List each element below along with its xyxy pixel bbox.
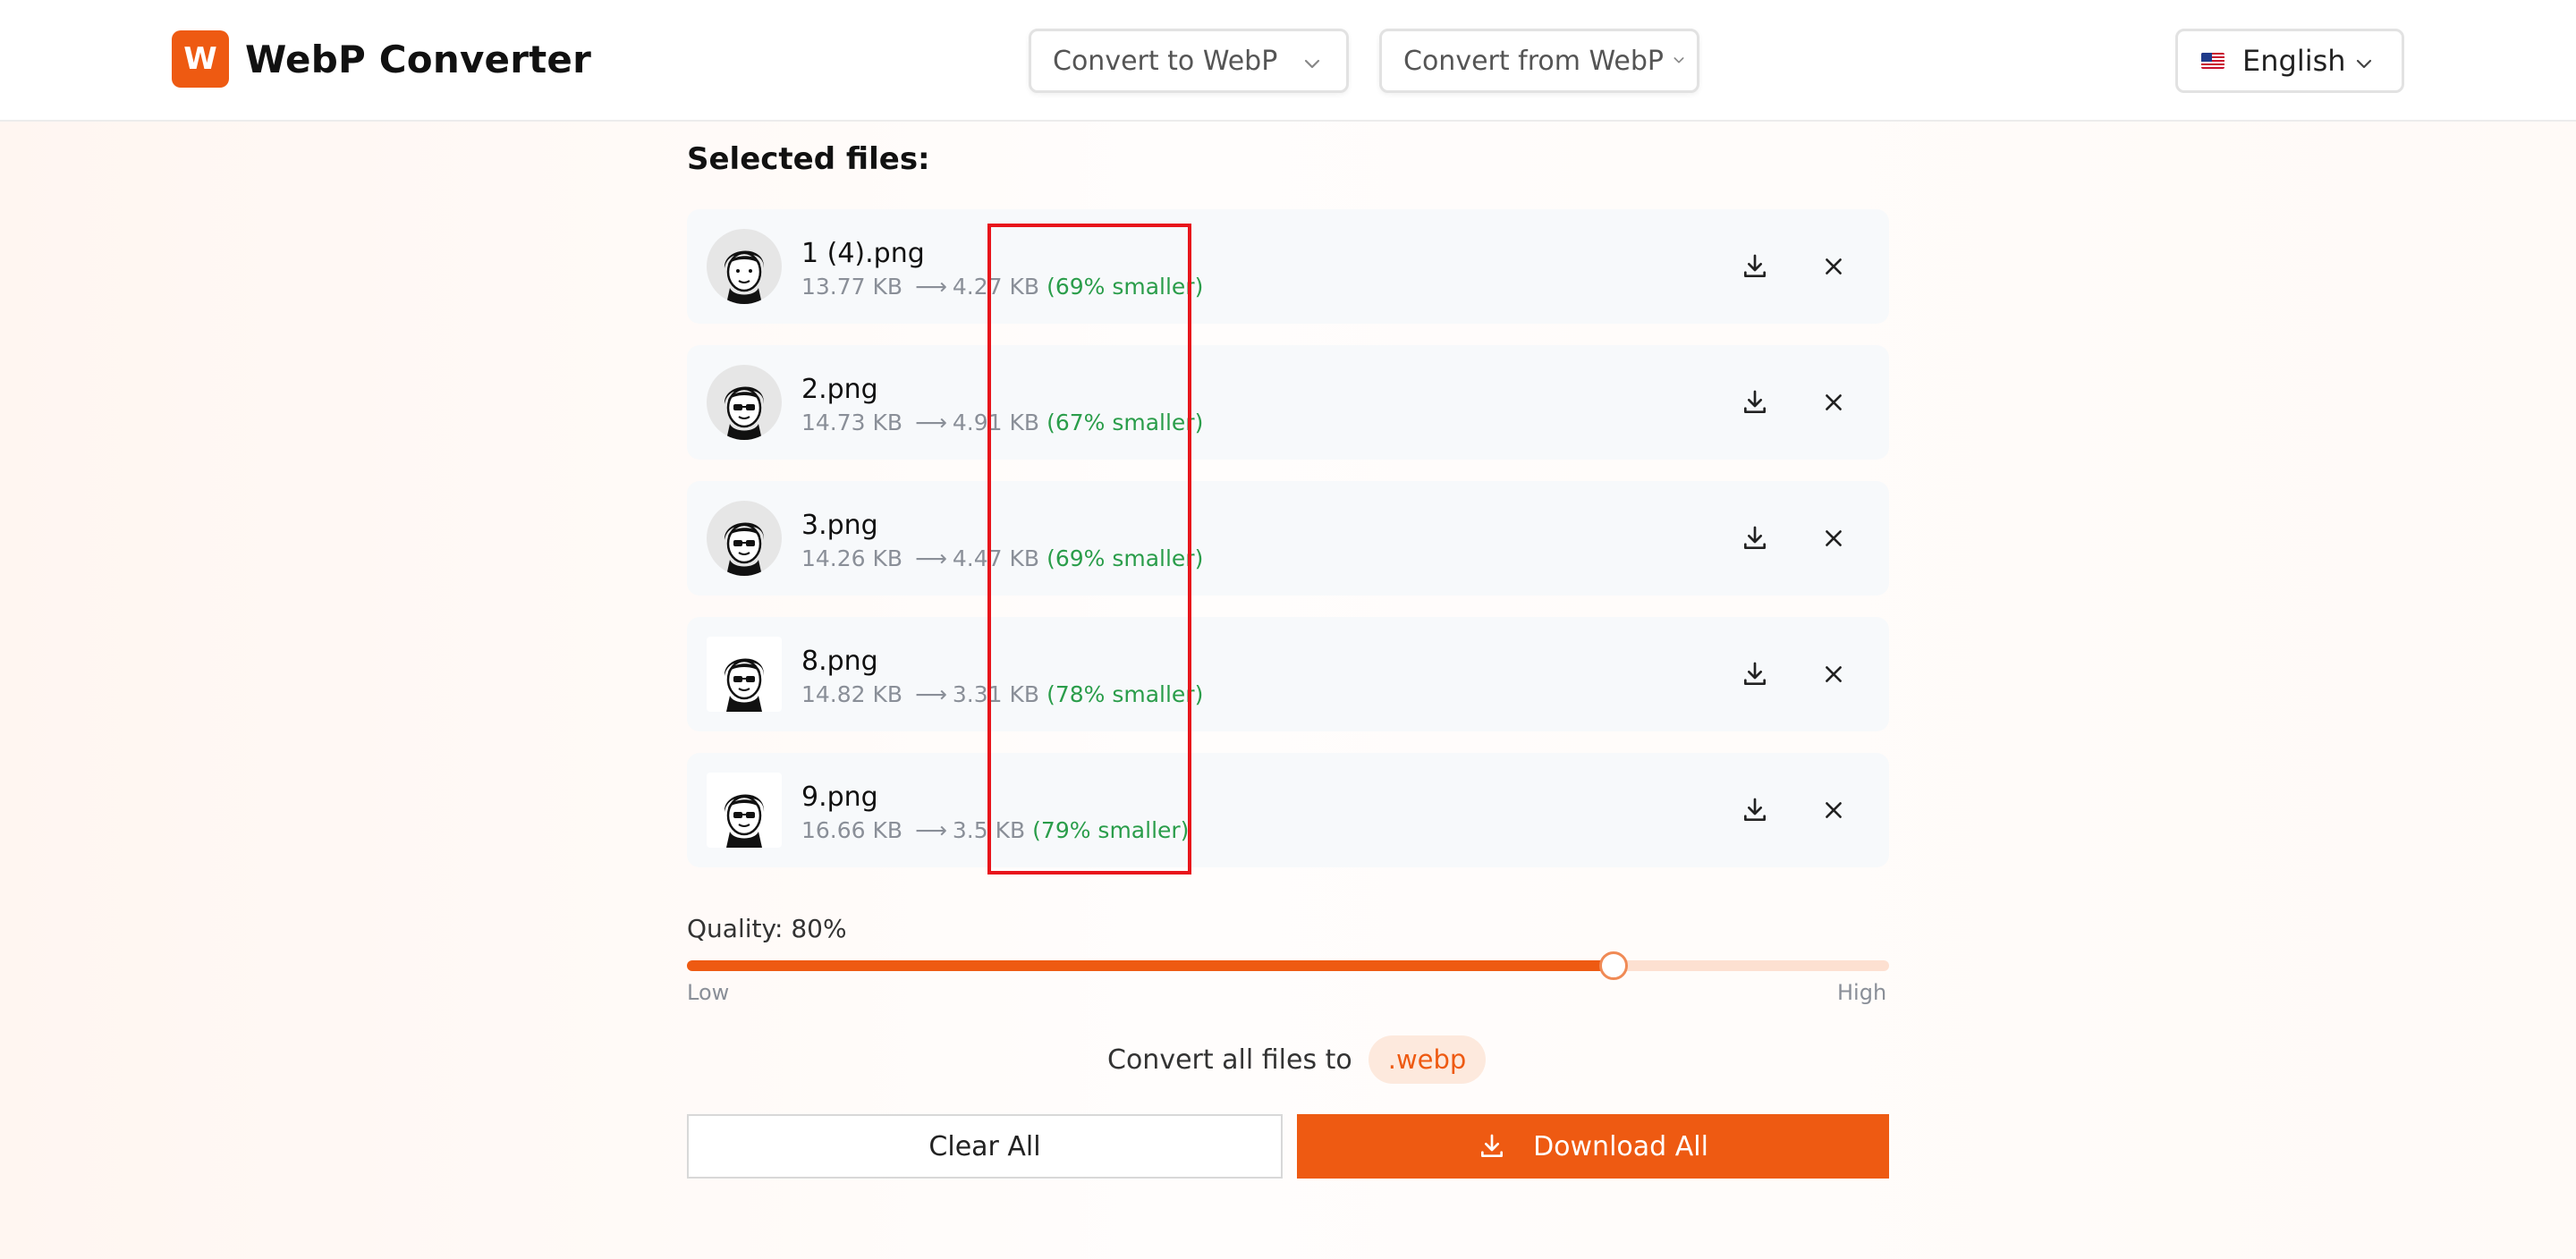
original-size: 16.66 KB — [801, 817, 903, 843]
avatar-face-icon — [724, 250, 765, 304]
original-size: 14.26 KB — [801, 545, 903, 571]
remove-file-button[interactable] — [1812, 653, 1855, 696]
file-name: 9.png — [801, 782, 878, 813]
language-selector[interactable]: English — [2175, 29, 2404, 93]
close-icon — [1826, 530, 1842, 546]
clear-all-label: Clear All — [928, 1130, 1041, 1162]
original-size: 13.77 KB — [801, 274, 903, 300]
quality-slider-fill — [687, 960, 1614, 971]
file-name: 8.png — [801, 646, 878, 677]
remove-file-button[interactable] — [1812, 245, 1855, 288]
file-thumbnail — [707, 229, 782, 304]
file-name: 2.png — [801, 374, 878, 405]
file-row: 1 (4).png 13.77 KB ⟶ 4.27 KB (69% smaller) — [687, 209, 1889, 324]
close-icon — [1826, 258, 1842, 275]
original-size: 14.82 KB — [801, 681, 903, 707]
page: W WebP Converter Convert to WebP Convert… — [0, 0, 2576, 1259]
top-header: W WebP Converter Convert to WebP Convert… — [0, 0, 2576, 122]
arrow-right-icon: ⟶ — [915, 410, 947, 435]
download-icon — [1744, 390, 1766, 413]
file-row: 3.png 14.26 KB ⟶ 4.47 KB (69% smaller) — [687, 481, 1889, 596]
original-size: 14.73 KB — [801, 410, 903, 435]
file-thumbnail — [707, 637, 782, 712]
download-icon — [1744, 798, 1766, 821]
clear-all-button[interactable]: Clear All — [687, 1114, 1283, 1179]
quality-high-label: High — [1837, 980, 1887, 1005]
download-file-button[interactable] — [1733, 653, 1776, 696]
remove-file-button[interactable] — [1812, 517, 1855, 560]
quality-low-label: Low — [687, 980, 730, 1005]
download-icon — [1481, 1134, 1504, 1157]
quality-slider-handle[interactable] — [1599, 951, 1628, 980]
us-flag-icon — [2201, 53, 2224, 69]
quality-label: Quality: 80% — [687, 914, 847, 943]
remove-file-button[interactable] — [1812, 789, 1855, 832]
download-file-button[interactable] — [1733, 245, 1776, 288]
file-name: 1 (4).png — [801, 238, 925, 269]
file-thumbnail — [707, 773, 782, 848]
convert-from-webp-label: Convert from WebP — [1403, 45, 1665, 77]
logo-icon: W — [172, 30, 229, 88]
download-all-label: Download All — [1533, 1130, 1708, 1162]
arrow-right-icon: ⟶ — [915, 681, 947, 707]
close-icon — [1826, 802, 1842, 818]
app-title: WebP Converter — [245, 37, 592, 81]
file-thumbnail — [707, 501, 782, 576]
arrow-right-icon: ⟶ — [915, 274, 947, 300]
arrow-right-icon: ⟶ — [915, 817, 947, 843]
avatar-face-icon — [724, 658, 765, 712]
file-row: 2.png 14.73 KB ⟶ 4.91 KB (67% smaller) — [687, 345, 1889, 460]
file-row: 9.png 16.66 KB ⟶ 3.5 KB (79% smaller) — [687, 753, 1889, 867]
file-thumbnail — [707, 365, 782, 440]
quality-slider[interactable] — [687, 951, 1889, 980]
chevron-down-icon — [1674, 57, 1684, 63]
selected-files-heading: Selected files: — [687, 141, 930, 177]
download-icon — [1744, 662, 1766, 685]
download-file-button[interactable] — [1733, 789, 1776, 832]
chevron-down-icon — [1304, 59, 1320, 69]
avatar-face-icon — [724, 386, 765, 440]
avatar-face-icon — [724, 522, 765, 576]
download-icon — [1744, 254, 1766, 277]
language-label: English — [2242, 44, 2346, 78]
avatar-face-icon — [724, 794, 765, 848]
convert-from-webp-dropdown[interactable]: Convert from WebP — [1379, 29, 1699, 93]
download-all-button[interactable]: Download All — [1297, 1114, 1889, 1179]
close-icon — [1826, 666, 1842, 682]
highlight-box — [987, 224, 1191, 875]
convert-to-webp-label: Convert to WebP — [1053, 45, 1278, 77]
file-name: 3.png — [801, 510, 878, 541]
close-icon — [1826, 394, 1842, 410]
file-row: 8.png 14.82 KB ⟶ 3.31 KB (78% smaller) — [687, 617, 1889, 731]
download-icon — [1744, 526, 1766, 549]
convert-to-webp-dropdown[interactable]: Convert to WebP — [1029, 29, 1349, 93]
logo-link[interactable]: W WebP Converter — [172, 30, 591, 88]
remove-file-button[interactable] — [1812, 381, 1855, 424]
format-badge[interactable]: .webp — [1368, 1035, 1487, 1084]
arrow-right-icon: ⟶ — [915, 545, 947, 571]
download-file-button[interactable] — [1733, 381, 1776, 424]
convert-format-text: Convert all files to — [1107, 1044, 1352, 1076]
chevron-down-icon — [2356, 59, 2372, 69]
convert-format-line: Convert all files to .webp — [1107, 1035, 1487, 1084]
download-file-button[interactable] — [1733, 517, 1776, 560]
